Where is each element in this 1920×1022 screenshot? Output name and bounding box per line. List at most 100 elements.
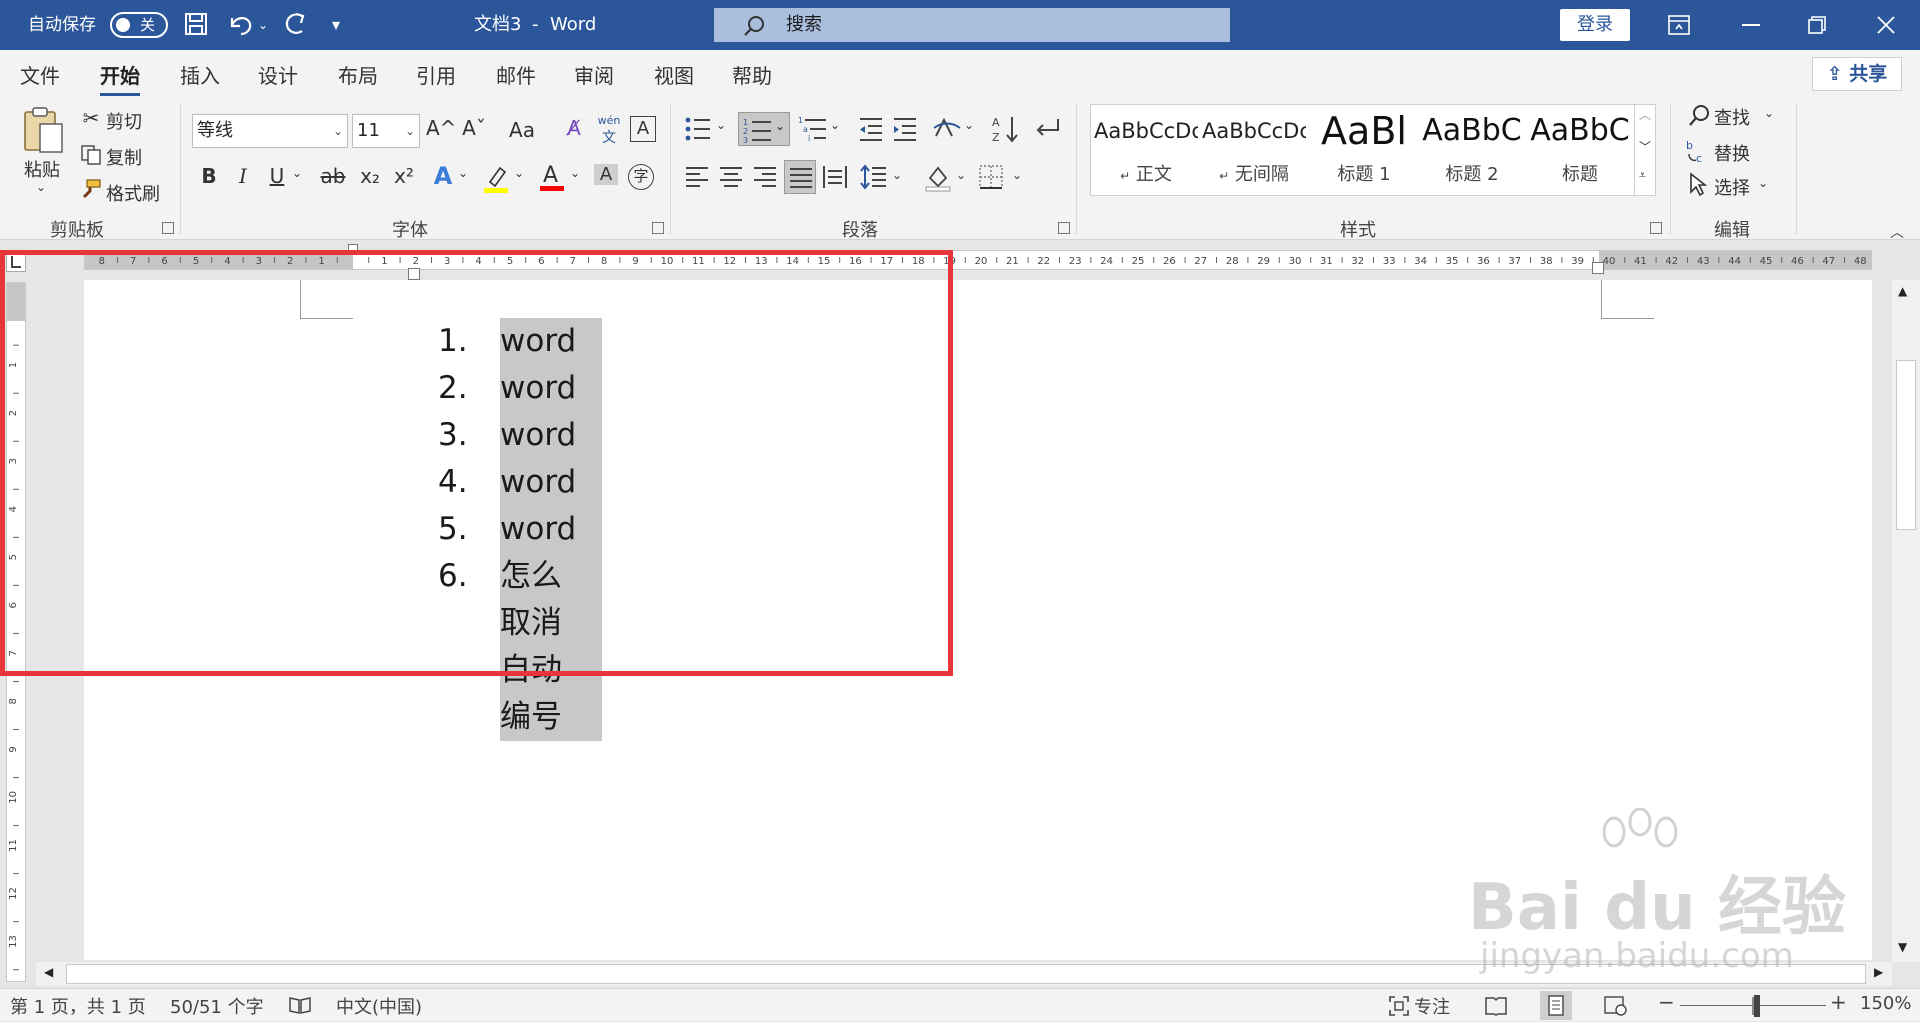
minimize-icon[interactable]: [1742, 24, 1760, 26]
line-spacing-icon[interactable]: [860, 164, 888, 190]
proofing-icon[interactable]: [288, 995, 312, 1015]
zoom-level[interactable]: 150%: [1860, 993, 1911, 1014]
increase-indent-icon[interactable]: [892, 116, 918, 142]
select-dropdown-icon[interactable]: ⌄: [1756, 176, 1770, 190]
underline-dropdown-icon[interactable]: ⌄: [290, 166, 304, 180]
bold-button[interactable]: B: [198, 164, 220, 188]
character-shading-icon[interactable]: A: [594, 164, 618, 185]
tab-help[interactable]: 帮助: [732, 60, 772, 89]
font-launcher-icon[interactable]: [652, 222, 664, 234]
scroll-down-icon[interactable]: ▼: [1898, 940, 1907, 954]
tab-design[interactable]: 设计: [258, 60, 298, 89]
justify-button[interactable]: [784, 160, 816, 194]
close-icon[interactable]: [1876, 15, 1896, 35]
tab-view[interactable]: 视图: [654, 60, 694, 89]
strikethrough-button[interactable]: ab: [318, 164, 348, 188]
font-name-combo[interactable]: 等线 ⌄: [192, 114, 348, 148]
numbering-button[interactable]: 123 ⌄: [738, 112, 790, 146]
phonetic-guide-icon[interactable]: wén 文: [594, 114, 624, 148]
customize-quick-access-icon[interactable]: ▾: [332, 0, 340, 50]
paste-dropdown-icon[interactable]: ⌄: [36, 180, 46, 194]
autosave-toggle[interactable]: 关: [110, 12, 168, 38]
multilevel-list-icon[interactable]: 1ai: [798, 114, 828, 144]
scroll-left-icon[interactable]: ◀: [44, 965, 53, 979]
align-left-icon[interactable]: [684, 164, 710, 190]
bullets-icon[interactable]: [684, 114, 714, 144]
style-heading-2[interactable]: AaBbC 标题 2: [1420, 106, 1524, 196]
shrink-font-icon[interactable]: Aˇ: [460, 116, 488, 140]
tab-file[interactable]: 文件: [20, 60, 60, 89]
change-case-icon[interactable]: Aa: [500, 118, 544, 142]
read-mode-icon[interactable]: [1484, 995, 1508, 1017]
focus-icon[interactable]: [1388, 995, 1410, 1017]
collapse-ribbon-icon[interactable]: ︿: [1890, 222, 1904, 242]
tab-home[interactable]: 开始: [100, 60, 140, 96]
find-dropdown-icon[interactable]: ⌄: [1762, 106, 1776, 120]
right-indent-marker[interactable]: [1592, 262, 1604, 274]
save-icon[interactable]: [184, 12, 208, 36]
highlight-dropdown-icon[interactable]: ⌄: [512, 166, 526, 180]
shading-dropdown-icon[interactable]: ⌄: [954, 168, 968, 182]
subscript-button[interactable]: x₂: [356, 164, 384, 188]
format-painter-button[interactable]: 格式刷: [106, 180, 160, 206]
paragraph-launcher-icon[interactable]: [1058, 222, 1070, 234]
tab-layout[interactable]: 布局: [338, 60, 378, 89]
show-formatting-marks-icon[interactable]: [1034, 116, 1062, 142]
zoom-out-button[interactable]: −: [1658, 990, 1675, 1014]
undo-dropdown-icon[interactable]: ⌄: [258, 0, 268, 50]
enclose-characters-icon[interactable]: 字: [628, 164, 654, 190]
login-button[interactable]: 登录: [1560, 9, 1630, 41]
line-spacing-dropdown-icon[interactable]: ⌄: [890, 168, 904, 182]
text-effects-dropdown-icon[interactable]: ⌄: [456, 166, 470, 180]
align-center-icon[interactable]: [718, 164, 744, 190]
search-box[interactable]: 搜索: [714, 8, 1230, 42]
styles-scroll-up-icon[interactable]: ︿: [1639, 106, 1651, 123]
horizontal-scrollbar[interactable]: ◀ ▶: [36, 962, 1892, 986]
grow-font-icon[interactable]: A^: [426, 116, 456, 140]
print-layout-button[interactable]: [1540, 991, 1572, 1020]
focus-label[interactable]: 专注: [1414, 993, 1450, 1019]
hscroll-thumb[interactable]: [66, 964, 1866, 984]
asian-layout-dropdown-icon[interactable]: ⌄: [962, 118, 976, 132]
clipboard-launcher-icon[interactable]: [162, 222, 174, 234]
borders-icon[interactable]: [978, 164, 1004, 190]
share-button[interactable]: ⇪ 共享: [1812, 57, 1902, 91]
style-normal[interactable]: AaBbCcDc ↵ 正文: [1094, 106, 1198, 196]
zoom-in-button[interactable]: +: [1830, 990, 1847, 1014]
text-effects-icon[interactable]: A: [430, 162, 456, 190]
font-color-icon[interactable]: A: [538, 160, 566, 194]
scroll-thumb[interactable]: [1896, 360, 1916, 530]
restore-icon[interactable]: [1808, 16, 1826, 34]
scroll-up-icon[interactable]: ▲: [1898, 284, 1907, 298]
underline-button[interactable]: U: [266, 164, 288, 188]
cut-button[interactable]: 剪切: [106, 108, 142, 134]
style-heading-1[interactable]: AaBl 标题 1: [1312, 106, 1416, 196]
tab-mailings[interactable]: 邮件: [496, 60, 536, 89]
scroll-right-icon[interactable]: ▶: [1874, 965, 1883, 979]
tab-references[interactable]: 引用: [416, 60, 456, 89]
bullets-dropdown-icon[interactable]: ⌄: [714, 118, 728, 132]
styles-scroll-down-icon[interactable]: ﹀: [1639, 138, 1651, 155]
find-button[interactable]: 查找: [1714, 104, 1750, 130]
highlight-icon[interactable]: [482, 164, 510, 194]
font-size-combo[interactable]: 11 ⌄: [352, 114, 420, 148]
undo-icon[interactable]: [226, 10, 256, 38]
decrease-indent-icon[interactable]: [858, 116, 884, 142]
distributed-icon[interactable]: [822, 164, 848, 190]
copy-button[interactable]: 复制: [106, 144, 142, 170]
font-color-dropdown-icon[interactable]: ⌄: [568, 166, 582, 180]
web-layout-icon[interactable]: [1604, 995, 1628, 1017]
style-no-spacing[interactable]: AaBbCcDc ↵ 无间隔: [1202, 106, 1306, 196]
style-title[interactable]: AaBbC 标题: [1528, 106, 1632, 196]
shading-icon[interactable]: [924, 164, 952, 192]
replace-button[interactable]: 替换: [1714, 140, 1750, 166]
italic-button[interactable]: I: [232, 164, 254, 188]
paste-icon[interactable]: [22, 106, 66, 156]
language[interactable]: 中文(中国): [336, 993, 422, 1019]
clear-formatting-icon[interactable]: A̸: [560, 116, 588, 140]
styles-more-icon[interactable]: ⩡: [1639, 168, 1646, 183]
ribbon-display-options-icon[interactable]: [1668, 15, 1690, 35]
paste-label[interactable]: 粘贴: [24, 156, 60, 182]
vertical-scrollbar[interactable]: ▲ ▼: [1892, 280, 1920, 962]
styles-launcher-icon[interactable]: [1650, 222, 1662, 234]
